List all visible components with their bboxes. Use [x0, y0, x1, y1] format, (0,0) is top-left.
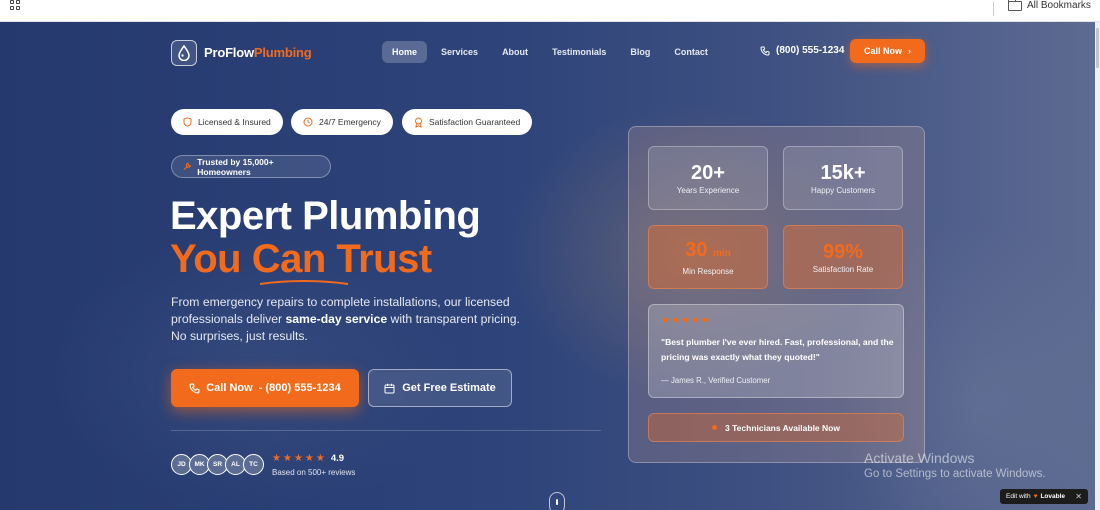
stat-years-value: 20+: [691, 161, 725, 184]
lovable-label: Lovable: [1040, 493, 1065, 500]
bookmarks-bar: All Bookmarks: [0, 0, 1100, 22]
free-estimate-label: Get Free Estimate: [402, 382, 496, 394]
phone-icon: [760, 46, 770, 56]
description-bold: same-day service: [285, 312, 388, 326]
badge-guarantee: Satisfaction Guaranteed: [402, 109, 533, 135]
close-icon[interactable]: ✕: [1075, 492, 1082, 501]
activate-windows-title: Activate Windows: [864, 450, 975, 466]
headline-line1: Expert Plumbing: [170, 194, 481, 238]
stat-response-label: Min Response: [682, 266, 734, 276]
edit-with-label: Edit with: [1006, 493, 1031, 500]
badge-emergency-label: 24/7 Emergency: [319, 117, 381, 127]
stat-satisfaction-label: Satisfaction Rate: [812, 264, 874, 274]
scroll-mouse-icon[interactable]: [549, 492, 565, 510]
main-nav: Home Services About Testimonials Blog Co…: [382, 41, 718, 63]
calendar-icon: [384, 383, 395, 393]
stat-customers-label: Happy Customers: [810, 185, 876, 195]
edit-with-lovable-badge[interactable]: Edit with ♥ Lovable ✕: [1000, 489, 1088, 504]
nav-phone-text: (800) 555-1234: [776, 45, 845, 56]
trusted-badge: Trusted by 15,000+ Homeowners: [171, 155, 331, 178]
stat-customers: 15k+ Happy Customers: [783, 146, 903, 210]
stat-response-value: 30: [685, 238, 708, 261]
trusted-label: Trusted by 15,000+ Homeowners: [197, 156, 274, 177]
stat-years-label: Years Experience: [676, 185, 740, 195]
star-icon: ★: [293, 453, 303, 464]
avatar: TC: [243, 454, 264, 475]
nav-home[interactable]: Home: [382, 41, 428, 63]
nav-call-label: Call Now: [863, 46, 902, 56]
folder-icon[interactable]: [1008, 0, 1022, 11]
phone-icon: [189, 383, 200, 393]
nav-testimonials[interactable]: Testimonials: [542, 41, 616, 63]
all-bookmarks-link[interactable]: All Bookmarks: [1027, 0, 1091, 11]
reviews-count: Based on 500+ reviews: [272, 468, 356, 477]
badge-licensed-label: Licensed & Insured: [198, 117, 271, 127]
hero-divider: [171, 430, 601, 431]
nav-blog[interactable]: Blog: [620, 41, 660, 63]
call-now-button[interactable]: Call Now - (800) 555-1234: [171, 369, 359, 407]
headline-line2: You Can Trust: [170, 237, 432, 281]
wrench-icon: [183, 162, 191, 171]
nav-about[interactable]: About: [492, 41, 538, 63]
bookmarks-separator: [993, 2, 994, 16]
nav-phone-link[interactable]: (800) 555-1234: [760, 45, 844, 56]
stat-customers-value: 15k+: [820, 161, 866, 184]
chevron-right-icon: ›: [908, 46, 911, 56]
testimonial-author: — James R., Verified Customer: [661, 376, 771, 385]
rating-stars: ★ ★ ★ ★ ★ 4.9: [272, 453, 344, 464]
free-estimate-button[interactable]: Get Free Estimate: [368, 369, 512, 407]
customer-avatars: JD MK SR AL TC: [171, 454, 264, 475]
stat-response-unit: min: [713, 247, 731, 259]
brand-name[interactable]: ProFlowPlumbing: [204, 45, 312, 60]
hero-section: ProFlowPlumbing Home Services About Test…: [0, 22, 1095, 510]
headline-underline: [259, 280, 349, 285]
clock-icon: [303, 117, 313, 127]
stat-years: 20+ Years Experience: [648, 146, 768, 210]
rating-value: 4.9: [330, 453, 345, 464]
star-icon: ★: [282, 453, 292, 464]
brand-part2: Plumbing: [253, 45, 312, 60]
badge-guarantee-label: Satisfaction Guaranteed: [429, 117, 521, 127]
testimonial-card: ★★★★★ "Best plumber I've ever hired. Fas…: [648, 304, 904, 398]
apps-grid-icon[interactable]: [10, 0, 22, 12]
scrollbar-thumb[interactable]: [1096, 28, 1099, 68]
nav-contact[interactable]: Contact: [664, 41, 718, 63]
stat-satisfaction: 99% Satisfaction Rate: [783, 225, 903, 289]
heart-icon: ♥: [1033, 493, 1038, 500]
star-icon: ★: [315, 453, 325, 464]
stat-response: 30 min Min Response: [648, 225, 768, 289]
stat-satisfaction-value: 99%: [822, 240, 864, 263]
technicians-available: 3 Technicians Available Now: [648, 413, 904, 442]
nav-services[interactable]: Services: [431, 41, 488, 63]
activate-windows-subtitle: Go to Settings to activate Windows.: [864, 468, 1046, 480]
page-scrollbar[interactable]: [1095, 22, 1100, 510]
brand-part1: ProFlow: [204, 45, 254, 60]
testimonial-quote: "Best plumber I've ever hired. Fast, pro…: [661, 337, 894, 362]
technicians-available-label: 3 Technicians Available Now: [725, 422, 840, 433]
badge-emergency: 24/7 Emergency: [291, 109, 393, 135]
star-icon: ★: [304, 453, 314, 464]
status-dot-icon: [712, 425, 718, 430]
testimonial-stars: ★★★★★: [661, 315, 711, 326]
logo-icon[interactable]: [171, 40, 197, 66]
star-icon: ★: [272, 453, 281, 464]
call-now-label: Call Now - (800) 555-1234: [206, 382, 341, 394]
nav-call-now-button[interactable]: Call Now ›: [850, 39, 925, 63]
activate-windows-watermark: Activate Windows Go to Settings to activ…: [864, 450, 1046, 480]
award-icon: [415, 117, 422, 128]
badge-licensed: Licensed & Insured: [171, 109, 283, 135]
shield-icon: [183, 117, 192, 127]
hero-description: From emergency repairs to complete insta…: [171, 294, 521, 345]
